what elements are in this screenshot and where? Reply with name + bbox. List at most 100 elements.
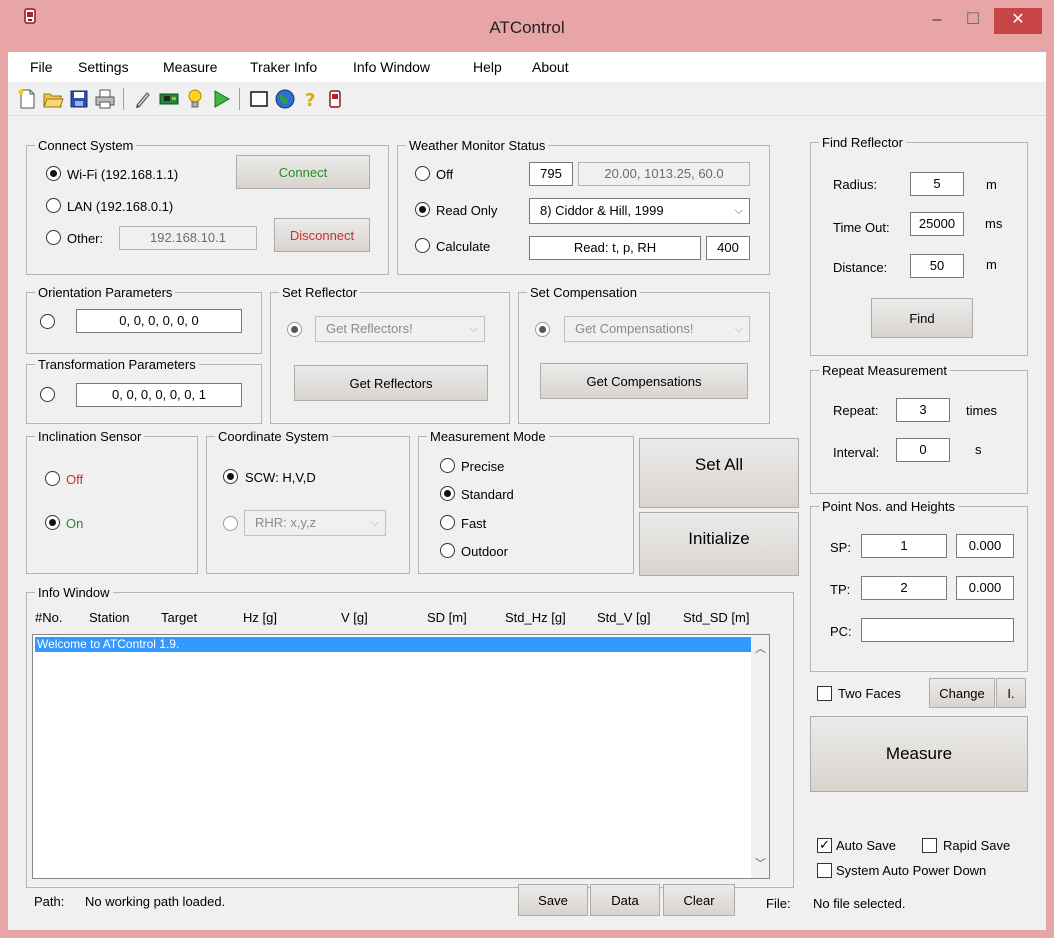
menu-traker-info[interactable]: Traker Info — [250, 59, 317, 75]
sp-field[interactable]: 1 — [861, 534, 947, 558]
find-reflector-label: Find Reflector — [819, 135, 906, 150]
timeout-label: Time Out: — [833, 220, 890, 235]
globe-icon[interactable] — [274, 88, 296, 110]
menu-help[interactable]: Help — [473, 59, 502, 75]
weather-read-field[interactable]: Read: t, p, RH — [529, 236, 701, 260]
mode-precise-radio[interactable] — [440, 458, 455, 473]
weather-read-only-radio[interactable] — [415, 202, 430, 217]
disconnect-button[interactable]: Disconnect — [274, 218, 370, 252]
other-radio[interactable] — [46, 230, 61, 245]
find-button[interactable]: Find — [871, 298, 973, 338]
weather-off-radio[interactable] — [415, 166, 430, 181]
interval-field[interactable]: 0 — [896, 438, 950, 462]
radius-label: Radius: — [833, 177, 878, 192]
set-all-button[interactable]: Set All — [639, 438, 799, 508]
wifi-radio[interactable] — [46, 166, 61, 181]
weather-read-only-label: Read Only — [436, 203, 498, 218]
play-icon[interactable] — [210, 88, 232, 110]
weather-value-field[interactable]: 795 — [529, 162, 573, 186]
chevron-down-icon: ⌵ — [734, 205, 743, 217]
radius-field[interactable]: 5 — [910, 172, 964, 196]
data-button[interactable]: Data — [590, 884, 660, 916]
chevron-down-icon: ⌵ — [734, 323, 743, 335]
column-header-std-sd: Std_SD [m] — [683, 610, 750, 625]
info-list[interactable]: Welcome to ATControl 1.9. ︿ ﹀ — [32, 634, 770, 879]
other-ip-field[interactable]: 192.168.10.1 — [119, 226, 257, 250]
get-reflectors-button[interactable]: Get Reflectors — [294, 365, 488, 401]
distance-field[interactable]: 50 — [910, 254, 964, 278]
mode-fast-radio[interactable] — [440, 515, 455, 530]
transformation-field[interactable]: 0, 0, 0, 0, 0, 0, 1 — [76, 383, 242, 407]
scw-radio[interactable] — [223, 469, 238, 484]
circuit-board-icon[interactable] — [158, 88, 180, 110]
compensation-select[interactable]: Get Compensations! ⌵ — [564, 316, 750, 342]
maximize-button[interactable]: ☐ — [958, 8, 988, 34]
vertical-scrollbar[interactable]: ︿ ﹀ — [751, 635, 769, 878]
sp-height-field[interactable]: 0.000 — [956, 534, 1014, 558]
pen-icon[interactable] — [132, 88, 154, 110]
orientation-field[interactable]: 0, 0, 0, 0, 0, 0 — [76, 309, 242, 333]
mode-standard-radio[interactable] — [440, 486, 455, 501]
orientation-parameters-label: Orientation Parameters — [35, 285, 176, 300]
rhr-select[interactable]: RHR: x,y,z ⌵ — [244, 510, 386, 536]
lightbulb-icon[interactable] — [184, 88, 206, 110]
mode-outdoor-label: Outdoor — [461, 544, 508, 559]
i-button[interactable]: I. — [996, 678, 1026, 708]
scroll-down-icon[interactable]: ﹀ — [755, 855, 766, 871]
rapid-save-checkbox[interactable] — [922, 838, 937, 853]
auto-power-down-checkbox[interactable] — [817, 863, 832, 878]
pc-field[interactable] — [861, 618, 1014, 642]
scroll-up-icon[interactable]: ︿ — [755, 640, 766, 656]
new-file-icon[interactable] — [16, 88, 38, 110]
menu-about[interactable]: About — [532, 59, 569, 75]
change-button[interactable]: Change — [929, 678, 995, 708]
menu-settings[interactable]: Settings — [78, 59, 129, 75]
scw-label: SCW: H,V,D — [245, 470, 316, 485]
open-folder-icon[interactable] — [42, 88, 64, 110]
initialize-button[interactable]: Initialize — [639, 512, 799, 576]
auto-save-checkbox[interactable]: ✓ — [817, 838, 832, 853]
measure-button[interactable]: Measure — [810, 716, 1028, 792]
tp-height-field[interactable]: 0.000 — [956, 576, 1014, 600]
help-question-icon[interactable]: ? — [300, 88, 322, 110]
inclination-off-radio[interactable] — [45, 471, 60, 486]
inclination-on-radio[interactable] — [45, 515, 60, 530]
title-bar[interactable]: ATControl – ☐ ✕ — [0, 0, 1054, 52]
measurement-mode-label: Measurement Mode — [427, 429, 549, 444]
mode-outdoor-radio[interactable] — [440, 543, 455, 558]
two-faces-checkbox[interactable] — [817, 686, 832, 701]
repeat-field[interactable]: 3 — [896, 398, 950, 422]
refraction-model-select[interactable]: 8) Ciddor & Hill, 1999 ⌵ — [529, 198, 750, 224]
tp-field[interactable]: 2 — [861, 576, 947, 600]
print-icon[interactable] — [94, 88, 116, 110]
refraction-model-value: 8) Ciddor & Hill, 1999 — [540, 203, 664, 218]
clear-button[interactable]: Clear — [663, 884, 735, 916]
menu-measure[interactable]: Measure — [163, 59, 217, 75]
reflector-select[interactable]: Get Reflectors! ⌵ — [315, 316, 485, 342]
timeout-field[interactable]: 25000 — [910, 212, 964, 236]
tracker-device-icon[interactable] — [324, 88, 346, 110]
rhr-radio[interactable] — [223, 516, 238, 531]
transformation-parameters-label: Transformation Parameters — [35, 357, 199, 372]
transformation-radio[interactable] — [40, 387, 55, 402]
weather-read-value-field[interactable]: 400 — [706, 236, 750, 260]
lan-radio[interactable] — [46, 198, 61, 213]
set-compensation-radio[interactable] — [535, 322, 550, 337]
minimize-button[interactable]: – — [922, 8, 952, 34]
orientation-radio[interactable] — [40, 314, 55, 329]
get-compensations-button[interactable]: Get Compensations — [540, 363, 748, 399]
close-button[interactable]: ✕ — [994, 8, 1042, 34]
save-button[interactable]: Save — [518, 884, 588, 916]
connect-button[interactable]: Connect — [236, 155, 370, 189]
column-header-no: #No. — [35, 610, 63, 625]
save-disk-icon[interactable] — [68, 88, 90, 110]
rhr-select-value: RHR: x,y,z — [255, 515, 317, 530]
weather-monitor-label: Weather Monitor Status — [406, 138, 549, 153]
rectangle-icon[interactable] — [248, 88, 270, 110]
set-reflector-radio[interactable] — [287, 322, 302, 337]
menu-file[interactable]: File — [30, 59, 53, 75]
toolbar-separator — [123, 88, 124, 110]
menu-info-window[interactable]: Info Window — [353, 59, 430, 75]
list-item[interactable]: Welcome to ATControl 1.9. — [35, 637, 751, 652]
weather-calculate-radio[interactable] — [415, 238, 430, 253]
